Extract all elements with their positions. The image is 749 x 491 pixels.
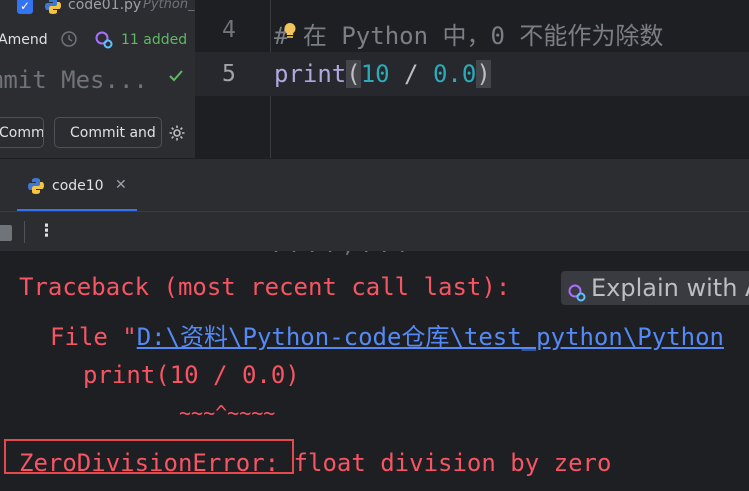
number-literal: 0.0 [432,60,477,88]
run-tabs-bar: code10 ✕ [0,158,749,212]
explain-with-ai-button[interactable]: Explain with AI [561,271,749,305]
ai-assistant-icon[interactable] [94,30,114,54]
file-prefix: File " [50,323,137,351]
traceback-caret-line: ~~~^~~~~ [179,401,276,425]
added-lines-count: 11 added [121,32,188,48]
console-output: ....,... Traceback (most recent call las… [0,251,749,491]
tab-code10[interactable]: code10 ✕ [17,159,137,212]
gear-icon[interactable] [168,124,186,146]
operator: / [389,60,433,88]
current-code-line[interactable]: 5 print(10 / 0.0) [195,52,749,96]
commit-options-row: Amend 11 added [0,26,195,54]
traceback-file-line: File "D:\资料\Python-code仓库\test_python\Py… [50,317,724,352]
open-paren: ( [346,60,361,88]
traceback-header: Traceback (most recent call last): [19,273,511,301]
lightbulb-icon[interactable] [282,22,298,44]
toolbar-divider [24,221,25,243]
amend-checkbox-label[interactable]: Amend [0,32,48,48]
code-editor[interactable]: 4 # 在 Python 中，0 不能作为除数 5 print(10 / 0.0… [195,0,749,158]
close-icon[interactable]: ✕ [115,177,127,193]
stop-icon[interactable] [0,225,12,241]
more-options-icon[interactable]: ⋮ [38,221,55,241]
error-message: : float division by zero [264,449,612,477]
file-checkbox[interactable]: ✓ [17,0,33,14]
python-file-icon [44,0,62,19]
close-paren: ) [476,60,491,88]
line-number: 5 [222,61,236,87]
explain-label: Explain with AI [591,274,749,302]
changed-file-row[interactable]: ✓ code01.py Python_ [0,0,195,18]
commit-panel: ✓ code01.py Python_ Amend 11 added Commi… [0,0,195,158]
commit-and-push-button[interactable]: Commit and Push... [54,117,162,148]
run-toolbar: ⋮ [0,211,749,251]
file-name: code01.py [68,0,142,13]
code-comment: # 在 Python 中，0 不能作为除数 [274,22,664,50]
commit-message-input[interactable]: Commit Mes... [0,66,148,94]
error-highlight-box [4,439,294,474]
commit-buttons-row: Commit Commit and Push... [0,117,195,151]
print-keyword: print [274,60,347,88]
file-path-link[interactable]: D:\资料\Python-code仓库\test_python\Python [137,323,724,351]
line-number: 4 [222,17,236,43]
run-tool-window: code10 ✕ ⋮ ....,... Traceback (most rece… [0,158,749,491]
number-literal: 10 [360,60,390,88]
console-previous-line: ....,... [270,251,414,257]
history-icon[interactable] [60,30,78,52]
check-icon [168,68,184,88]
code-line[interactable]: 4 # 在 Python 中，0 不能作为除数 [195,8,749,52]
code-statement: print(10 / 0.0) [274,60,491,88]
ai-assistant-icon [567,278,587,312]
traceback-code-line: print(10 / 0.0) [83,361,300,389]
commit-button[interactable]: Commit [0,117,44,148]
file-path-hint: Python_ [143,0,195,12]
python-file-icon [27,177,45,199]
tab-label: code10 [52,178,104,194]
